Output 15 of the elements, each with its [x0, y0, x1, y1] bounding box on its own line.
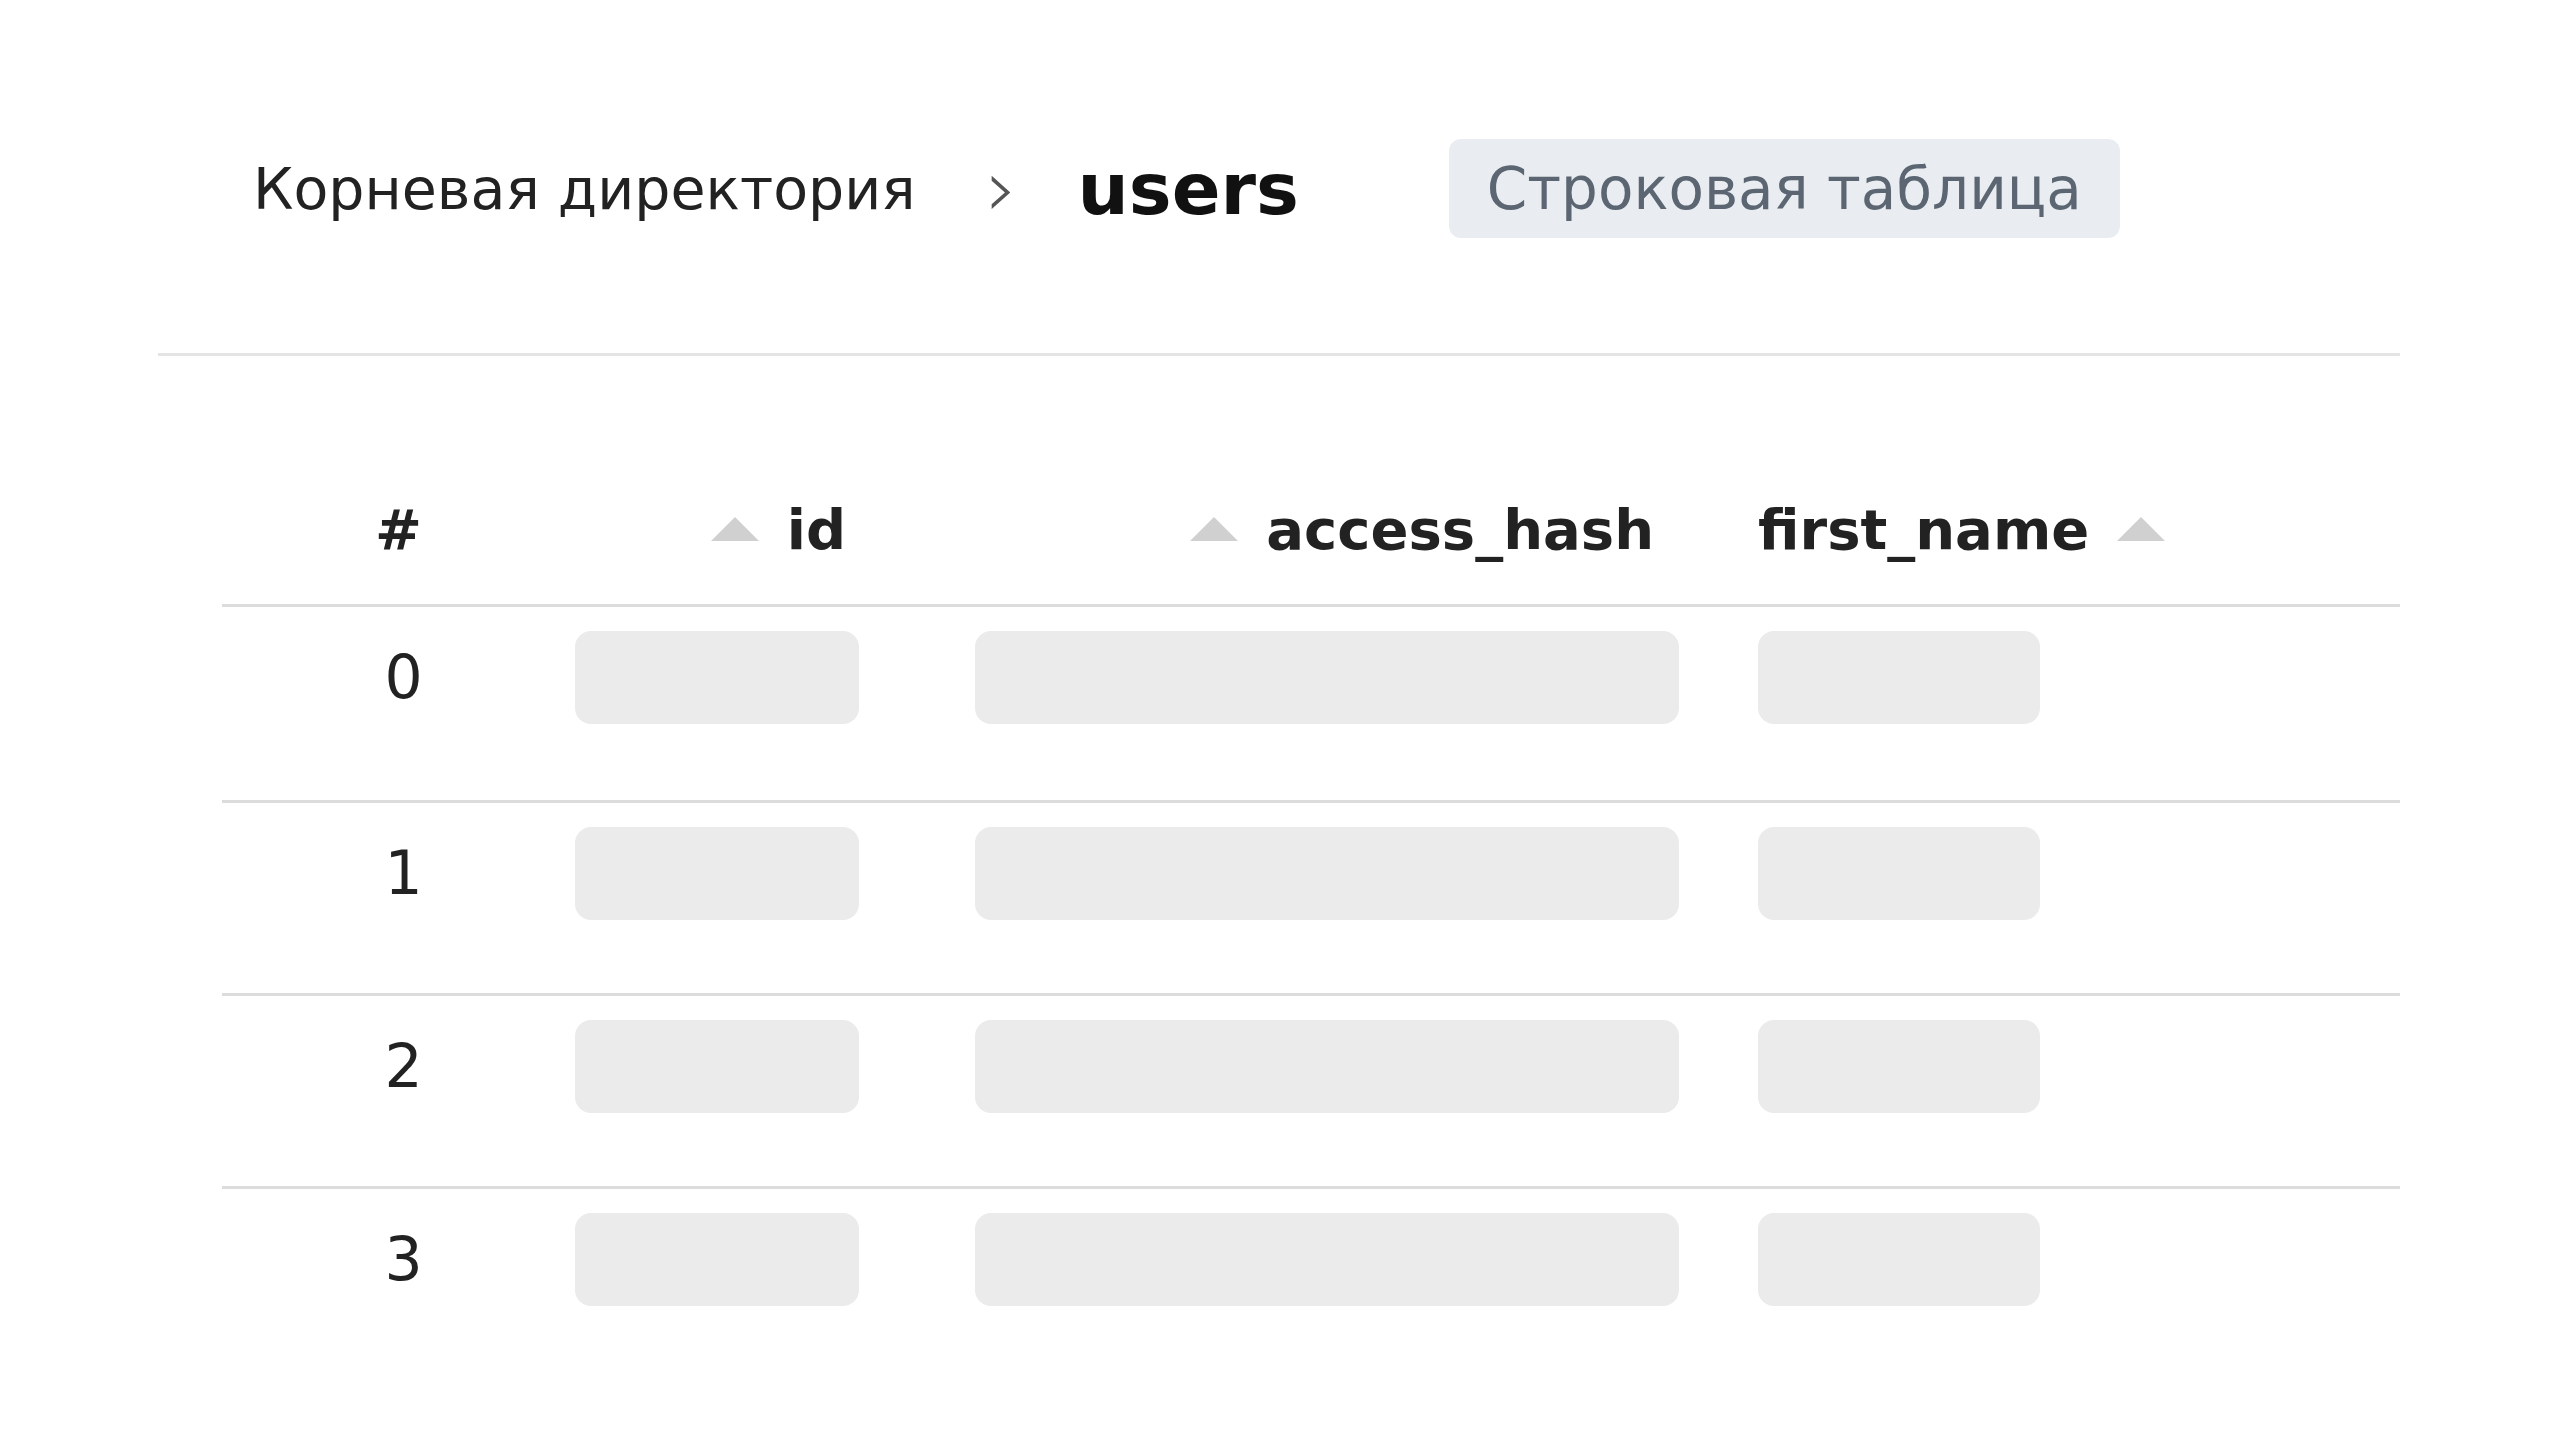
column-header[interactable]: access_hash — [1266, 496, 1654, 562]
column-header[interactable]: id — [786, 496, 846, 562]
breadcrumb-link[interactable]: Корневая директория — [253, 155, 916, 222]
table-type-badge: Строковая таблица — [1448, 139, 2120, 238]
row-number: 3 — [384, 1223, 423, 1296]
row-number: 0 — [384, 641, 423, 714]
row-number: 2 — [384, 1030, 423, 1103]
chevron-icon: › — [985, 142, 1018, 235]
column-header[interactable]: first_name — [1758, 496, 2090, 562]
sort-icon[interactable] — [710, 517, 759, 541]
sort-icon[interactable] — [1190, 517, 1239, 541]
sort-icon[interactable] — [2117, 517, 2166, 541]
page-title: users — [1077, 146, 1299, 231]
column-header[interactable]: # — [375, 496, 422, 562]
row-number: 1 — [384, 837, 423, 910]
